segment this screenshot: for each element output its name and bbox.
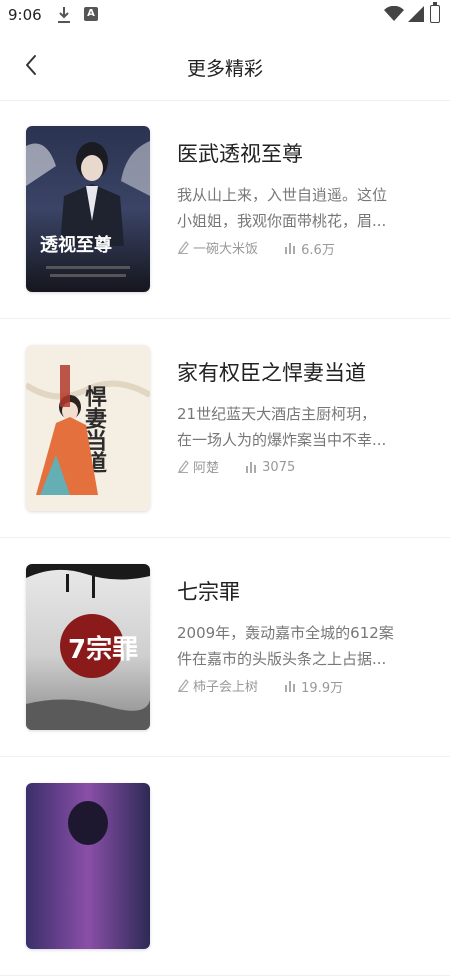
wifi-icon [384,6,404,21]
book-title: 家有权臣之悍妻当道 [177,361,366,385]
book-cover [26,783,150,949]
top-app-bar: 更多精彩 [0,30,450,101]
book-meta: 柿子会上树 19.9万 [177,676,343,696]
book-meta: 阿楚 3075 [177,457,295,477]
cover-title-text: 7宗罪 [68,634,138,665]
bar-chart-icon [285,243,296,254]
book-description-line: 小姐姐，我观你面带桃花，眉... [177,212,387,230]
status-time: 9:06 [8,6,42,24]
book-description: 21世纪蓝天大酒店主厨柯玥， 在一场人为的爆炸案当中不幸... [177,401,422,453]
book-read-count: 3075 [262,459,296,475]
page-title: 更多精彩 [186,58,263,80]
book-description-line: 我从山上来，入世自逍遥。这位 [177,186,388,204]
pen-icon [178,679,189,692]
pen-icon [178,460,189,473]
signal-icon [408,6,424,22]
download-icon [58,7,70,23]
book-list-item[interactable]: 7宗罪 七宗罪 2009年，轰动嘉市全城的612案 件在嘉市的头版头条之上占据.… [0,538,450,757]
book-description-line: 21世纪蓝天大酒店主厨柯玥， [177,405,377,423]
book-description: 我从山上来，入世自逍遥。这位 小姐姐，我观你面带桃花，眉... [177,182,422,234]
book-author: 阿楚 [193,461,220,476]
book-read-count: 6.6万 [301,242,335,258]
pen-icon [178,241,189,254]
battery-icon [430,2,440,23]
book-author: 一碗大米饭 [193,242,259,257]
book-title: 七宗罪 [177,580,240,604]
book-cover: 7宗罪 [26,564,150,730]
status-bar: 9:06 A [0,0,450,30]
book-read-count: 19.9万 [301,680,344,696]
bar-chart-icon [285,681,296,692]
book-meta: 一碗大米饭 6.6万 [177,238,335,258]
book-cover: 悍妻当道 [26,345,150,511]
book-description: 2009年，轰动嘉市全城的612案 件在嘉市的头版头条之上占据... [177,620,422,672]
bar-chart-icon [246,462,257,473]
book-title: 医武透视至尊 [177,142,303,166]
book-author: 柿子会上树 [193,680,259,695]
book-description-line: 2009年，轰动嘉市全城的612案 [177,624,394,642]
app-notification-icon: A [84,7,98,21]
book-list-item[interactable]: 悍妻当道 家有权臣之悍妻当道 21世纪蓝天大酒店主厨柯玥， 在一场人为的爆炸案当… [0,319,450,538]
book-list-item[interactable] [0,757,450,976]
book-list-item[interactable]: 透视至尊 医武透视至尊 我从山上来，入世自逍遥。这位 小姐姐，我观你面带桃花，眉… [0,100,450,319]
book-description-line: 件在嘉市的头版头条之上占据... [177,650,387,668]
book-description-line: 在一场人为的爆炸案当中不幸... [177,431,387,449]
cover-title-text: 透视至尊 [40,234,112,256]
book-cover: 透视至尊 [26,126,150,292]
